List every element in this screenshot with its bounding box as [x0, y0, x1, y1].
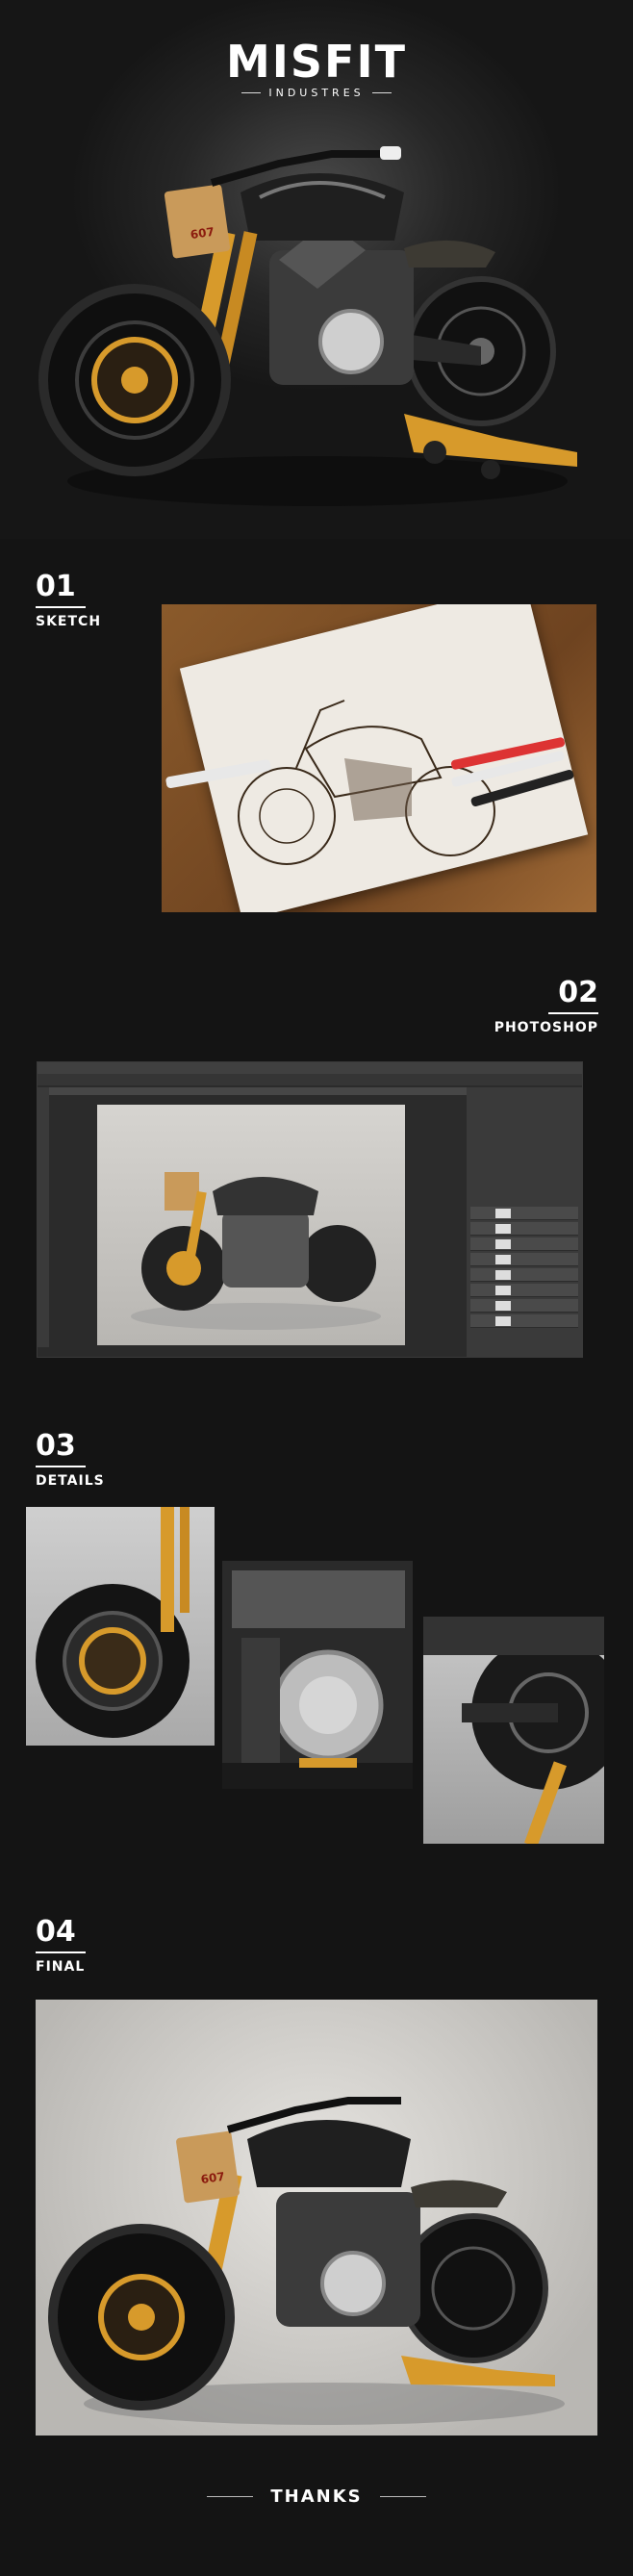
ps-canvas-bike: [131, 1172, 381, 1330]
detail-image-front-wheel: [26, 1507, 215, 1746]
underline: [36, 1466, 86, 1467]
ps-toolbar: [38, 1087, 49, 1347]
sketch-image: [162, 604, 596, 912]
divider: [379, 2496, 426, 2497]
ps-layer[interactable]: [470, 1237, 578, 1251]
section-heading-details: 03 DETAILS: [36, 1431, 105, 1489]
ps-layer[interactable]: [470, 1299, 578, 1313]
divider: [207, 2496, 254, 2497]
ps-options-bar: [38, 1074, 582, 1085]
thanks-text: THANKS: [270, 2487, 363, 2507]
section-number: 04: [36, 1915, 76, 1949]
final-render-image: 607: [36, 2000, 597, 2436]
ps-canvas: [97, 1105, 405, 1345]
ps-layer[interactable]: [470, 1284, 578, 1297]
ps-layer[interactable]: [470, 1207, 578, 1220]
final-motorcycle: 607: [48, 2097, 565, 2425]
ps-layer[interactable]: [470, 1268, 578, 1282]
footer-thanks: THANKS: [0, 2487, 633, 2507]
section-label: DETAILS: [36, 1473, 105, 1489]
section-heading-final: 04 FINAL: [36, 1917, 86, 1975]
detail-image-engine: [222, 1561, 413, 1789]
ps-layer[interactable]: [470, 1222, 578, 1236]
rear-wheel-illustration: [423, 1617, 604, 1844]
front-wheel-illustration: [36, 1507, 190, 1738]
underline: [36, 606, 86, 608]
ps-layer[interactable]: [470, 1253, 578, 1266]
ps-tab-bar: [49, 1087, 501, 1095]
hero-banner: MISFIT INDUSTRES 607: [0, 0, 633, 539]
sketch-drawing: [165, 700, 574, 865]
photoshop-screenshot: [37, 1061, 583, 1358]
underline: [36, 1951, 86, 1953]
section-number: 02: [558, 976, 598, 1009]
section-label: FINAL: [36, 1959, 86, 1975]
detail-image-rear-wheel: [423, 1617, 604, 1844]
section-heading-photoshop: 02 PHOTOSHOP: [462, 978, 598, 1035]
engine-illustration: [222, 1570, 413, 1789]
section-label: SKETCH: [36, 614, 102, 629]
section-heading-sketch: 01 SKETCH: [36, 572, 101, 629]
ps-layer[interactable]: [470, 1314, 578, 1328]
underline: [548, 1012, 598, 1014]
hero-motorcycle-image: 607: [38, 146, 577, 506]
ps-menubar: [38, 1062, 582, 1074]
section-number: 01: [36, 570, 76, 603]
section-number: 03: [36, 1429, 76, 1463]
section-label: PHOTOSHOP: [494, 1020, 598, 1035]
